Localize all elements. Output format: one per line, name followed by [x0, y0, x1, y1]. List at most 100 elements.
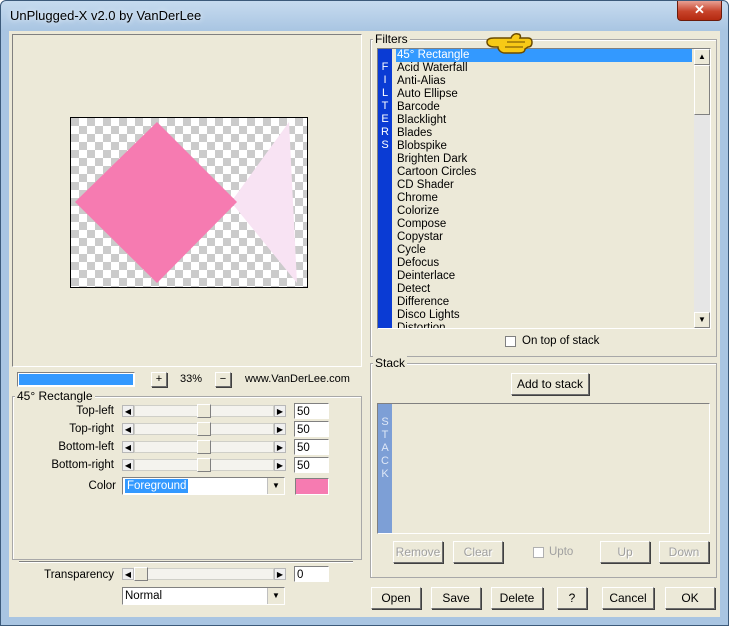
save-button[interactable]: Save — [431, 587, 481, 609]
down-label: Down — [668, 545, 700, 559]
slider-right-arrow-icon[interactable]: ▶ — [274, 423, 286, 435]
filter-list-item[interactable]: Anti-Alias — [396, 75, 692, 88]
slider-track[interactable] — [134, 568, 274, 580]
slider-left-arrow-icon[interactable]: ◀ — [122, 423, 134, 435]
filter-list-item[interactable]: Blacklight — [396, 114, 692, 127]
filter-list-item[interactable]: 45° Rectangle — [396, 49, 692, 62]
filter-list-item[interactable]: Barcode — [396, 101, 692, 114]
preview-panel[interactable] — [12, 34, 362, 367]
filters-list[interactable]: FILTERS 45° Rectangle Acid Waterfall Anti-… — [377, 48, 711, 329]
transparency-slider[interactable]: ◀ ▶ — [122, 567, 286, 581]
stack-group-label: Stack — [373, 356, 408, 370]
upto-checkbox[interactable] — [533, 547, 544, 558]
param-slider[interactable]: ◀ ▶ — [122, 440, 286, 454]
up-button[interactable]: Up — [600, 541, 650, 563]
filter-list-item[interactable]: Defocus — [396, 257, 692, 270]
color-swatch[interactable] — [295, 478, 329, 495]
filter-list-item[interactable]: Chrome — [396, 192, 692, 205]
remove-button[interactable]: Remove — [393, 541, 443, 563]
filter-list-item[interactable]: Compose — [396, 218, 692, 231]
title-bar[interactable]: UnPlugged-X v2.0 by VanDerLee ✕ — [1, 1, 728, 31]
delete-button[interactable]: Delete — [491, 587, 543, 609]
clear-button[interactable]: Clear — [453, 541, 503, 563]
filter-list-item[interactable]: Blobspike — [396, 140, 692, 153]
on-top-label: On top of stack — [522, 335, 600, 347]
slider-right-arrow-icon[interactable]: ▶ — [274, 405, 286, 417]
param-slider[interactable]: ◀ ▶ — [122, 458, 286, 472]
filter-list-item[interactable]: Difference — [396, 296, 692, 309]
slider-value-input[interactable]: 50 — [294, 457, 329, 473]
filter-list-item[interactable]: Acid Waterfall — [396, 62, 692, 75]
zoom-in-button[interactable]: + — [151, 372, 167, 387]
upto-label: Upto — [549, 546, 574, 558]
on-top-checkbox[interactable] — [505, 336, 516, 347]
clear-label: Clear — [463, 545, 493, 559]
stripe-letter: C — [381, 455, 389, 467]
filter-list-item[interactable]: Deinterlace — [396, 270, 692, 283]
help-button[interactable]: ? — [557, 587, 587, 609]
slider-right-arrow-icon[interactable]: ▶ — [274, 568, 286, 580]
filter-list-item[interactable]: Blades — [396, 127, 692, 140]
filter-list-item[interactable]: Copystar — [396, 231, 692, 244]
slider-label: Top-right — [69, 423, 114, 435]
stack-group: Stack Add to stack STACK Remove Clear Up… — [370, 356, 717, 578]
param-slider[interactable]: ◀ ▶ — [122, 422, 286, 436]
slider-thumb[interactable] — [197, 458, 211, 472]
website-link[interactable]: www.VanDerLee.com — [245, 373, 350, 385]
filters-group: Filters FILTERS 45° Rectangle Acid Waterf… — [370, 32, 717, 357]
filters-stripe: FILTERS — [378, 49, 392, 328]
filter-list-item[interactable]: Distortion — [396, 322, 692, 328]
scroll-down-icon[interactable]: ▼ — [694, 312, 710, 328]
chevron-down-icon[interactable]: ▼ — [267, 478, 284, 494]
down-button[interactable]: Down — [659, 541, 709, 563]
filter-list-item[interactable]: Cartoon Circles — [396, 166, 692, 179]
scroll-up-icon[interactable]: ▲ — [694, 49, 710, 65]
add-to-stack-button[interactable]: Add to stack — [511, 373, 589, 395]
slider-thumb[interactable] — [197, 422, 211, 436]
stack-list[interactable]: STACK — [377, 403, 710, 534]
stripe-letter: I — [383, 74, 387, 86]
filter-list-item[interactable]: Colorize — [396, 205, 692, 218]
stripe-letter: R — [381, 126, 389, 138]
slider-thumb[interactable] — [197, 440, 211, 454]
blend-mode-select[interactable]: Normal ▼ — [122, 587, 285, 605]
param-slider[interactable]: ◀ ▶ — [122, 404, 286, 418]
filter-list-item[interactable]: Auto Ellipse — [396, 88, 692, 101]
remove-label: Remove — [395, 545, 441, 559]
stripe-letter: F — [381, 61, 389, 73]
slider-left-arrow-icon[interactable]: ◀ — [122, 405, 134, 417]
filter-list-item[interactable]: Disco Lights — [396, 309, 692, 322]
cancel-button[interactable]: Cancel — [602, 587, 654, 609]
slider-left-arrow-icon[interactable]: ◀ — [122, 568, 134, 580]
filter-list-item[interactable]: Cycle — [396, 244, 692, 257]
transparency-input[interactable]: 0 — [294, 566, 329, 582]
open-button[interactable]: Open — [371, 587, 421, 609]
ok-button[interactable]: OK — [665, 587, 715, 609]
slider-thumb[interactable] — [134, 567, 148, 581]
close-button[interactable]: ✕ — [677, 1, 722, 21]
separator-line — [19, 561, 353, 563]
slider-right-arrow-icon[interactable]: ▶ — [274, 459, 286, 471]
filter-list-item[interactable]: Brighten Dark — [396, 153, 692, 166]
params-group-label: 45° Rectangle — [15, 389, 95, 403]
add-to-stack-label: Add to stack — [516, 377, 584, 391]
slider-left-arrow-icon[interactable]: ◀ — [122, 459, 134, 471]
zoom-out-button[interactable]: − — [215, 372, 231, 387]
slider-value-input[interactable]: 50 — [294, 439, 329, 455]
close-icon: ✕ — [694, 2, 705, 17]
zoom-in-icon: + — [155, 373, 163, 385]
color-select[interactable]: Foreground ▼ — [122, 477, 285, 495]
filter-list-item[interactable]: CD Shader — [396, 179, 692, 192]
color-select-value: Foreground — [125, 479, 189, 493]
slider-value-input[interactable]: 50 — [294, 421, 329, 437]
client-area: + 33% − www.VanDerLee.com 45° Rectangle … — [9, 31, 720, 617]
filters-scrollbar[interactable]: ▲ ▼ — [694, 49, 710, 328]
slider-thumb[interactable] — [197, 404, 211, 418]
slider-left-arrow-icon[interactable]: ◀ — [122, 441, 134, 453]
stack-stripe: STACK — [378, 404, 392, 533]
scroll-thumb[interactable] — [694, 65, 710, 115]
chevron-down-icon[interactable]: ▼ — [267, 588, 284, 604]
slider-right-arrow-icon[interactable]: ▶ — [274, 441, 286, 453]
slider-value-input[interactable]: 50 — [294, 403, 329, 419]
filter-list-item[interactable]: Detect — [396, 283, 692, 296]
